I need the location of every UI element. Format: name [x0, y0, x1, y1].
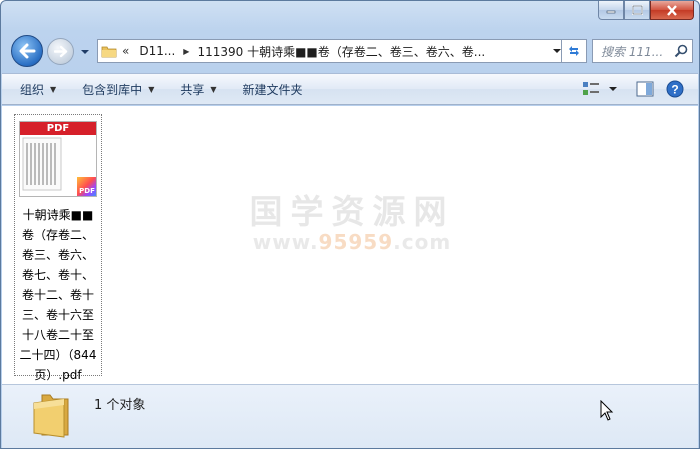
- search-placeholder: 搜索 111...: [601, 44, 664, 59]
- view-controls: ?: [570, 74, 684, 104]
- chevron-down-icon: ▼: [210, 84, 217, 94]
- new-folder-label: 新建文件夹: [242, 82, 303, 97]
- close-button[interactable]: [650, 1, 694, 20]
- mouse-cursor-icon: [600, 400, 614, 421]
- details-pane: 1 个对象: [2, 384, 698, 448]
- back-button[interactable]: [11, 35, 43, 67]
- forward-button[interactable]: [47, 38, 74, 65]
- search-input[interactable]: 搜索 111...: [592, 39, 693, 63]
- refresh-icon: [569, 46, 579, 56]
- breadcrumb-arrow-icon[interactable]: ▶: [179, 47, 193, 56]
- file-item-pdf[interactable]: PDF PDF 十朝诗乘■■卷（存卷二、卷三、卷六、卷七、卷十、卷十二、卷十三、…: [14, 114, 102, 382]
- address-bar[interactable]: « D11... ▶ 111390 十朝诗乘■■卷（存卷二、卷三、卷六、卷...: [97, 39, 567, 63]
- file-name-label: 十朝诗乘■■卷（存卷二、卷三、卷六、卷七、卷十、卷十二、卷十三、卷十六至十八卷二…: [19, 208, 97, 382]
- new-folder-button[interactable]: 新建文件夹: [243, 81, 303, 98]
- breadcrumb-segment[interactable]: D11...: [135, 44, 179, 58]
- help-icon: ?: [666, 80, 684, 98]
- include-in-library-button[interactable]: 包含到库中 ▼: [82, 81, 154, 98]
- maximize-button[interactable]: [624, 1, 650, 20]
- arrow-left-icon: [19, 43, 36, 59]
- close-icon: [667, 4, 677, 16]
- recent-pages-dropdown[interactable]: [80, 46, 90, 56]
- preview-pane-icon: [636, 81, 654, 97]
- share-label: 共享: [180, 82, 205, 97]
- address-row: « D11... ▶ 111390 十朝诗乘■■卷（存卷二、卷三、卷六、卷...…: [9, 35, 693, 67]
- watermark-url: www.95959.com: [242, 230, 462, 254]
- watermark-url-suffix: .com: [393, 230, 452, 254]
- refresh-button[interactable]: [561, 39, 587, 63]
- change-view-button[interactable]: [582, 81, 618, 97]
- view-options-icon: [583, 82, 599, 95]
- watermark-url-number: 95959: [318, 230, 394, 254]
- pdf-badge-icon: PDF: [77, 177, 96, 196]
- chevron-down-icon: [609, 87, 617, 91]
- explorer-window: « D11... ▶ 111390 十朝诗乘■■卷（存卷二、卷三、卷六、卷...…: [0, 0, 700, 449]
- organize-label: 组织: [20, 82, 45, 97]
- arrow-right-icon: [53, 45, 67, 58]
- folder-icon: [33, 394, 69, 438]
- pdf-thumbnail: PDF PDF: [19, 121, 97, 197]
- watermark-url-prefix: www.: [252, 230, 319, 254]
- chevron-down-icon: ▼: [148, 84, 155, 94]
- share-button[interactable]: 共享 ▼: [180, 81, 216, 98]
- breadcrumb: « D11... ▶ 111390 十朝诗乘■■卷（存卷二、卷三、卷六、卷...: [120, 43, 548, 60]
- breadcrumb-overflow[interactable]: «: [120, 44, 135, 58]
- file-list-pane[interactable]: 国学资源网 www.95959.com PDF PDF 十朝诗乘■■卷（存卷二、…: [2, 106, 698, 384]
- minimize-icon: [606, 10, 616, 14]
- svg-text:?: ?: [671, 83, 678, 97]
- chevron-down-icon: [81, 50, 89, 54]
- pdf-thumbnail-band: PDF: [20, 122, 96, 135]
- folder-icon: [98, 40, 120, 62]
- minimize-button[interactable]: [598, 1, 624, 20]
- caption-buttons: [598, 1, 694, 22]
- maximize-icon: [631, 5, 643, 15]
- breadcrumb-segment[interactable]: 111390 十朝诗乘■■卷（存卷二、卷三、卷六、卷...: [193, 43, 489, 60]
- help-button[interactable]: ?: [666, 80, 684, 98]
- command-bar: 组织 ▼ 包含到库中 ▼ 共享 ▼ 新建文件夹 ?: [2, 73, 698, 105]
- organize-button[interactable]: 组织 ▼: [20, 81, 56, 98]
- include-in-library-label: 包含到库中: [82, 82, 143, 97]
- chevron-down-icon: ▼: [50, 84, 57, 94]
- search-icon[interactable]: [670, 44, 692, 58]
- watermark: 国学资源网 www.95959.com: [242, 192, 462, 255]
- item-count-status: 1 个对象: [94, 398, 146, 413]
- watermark-title: 国学资源网: [249, 192, 455, 231]
- preview-pane-button[interactable]: [630, 81, 654, 97]
